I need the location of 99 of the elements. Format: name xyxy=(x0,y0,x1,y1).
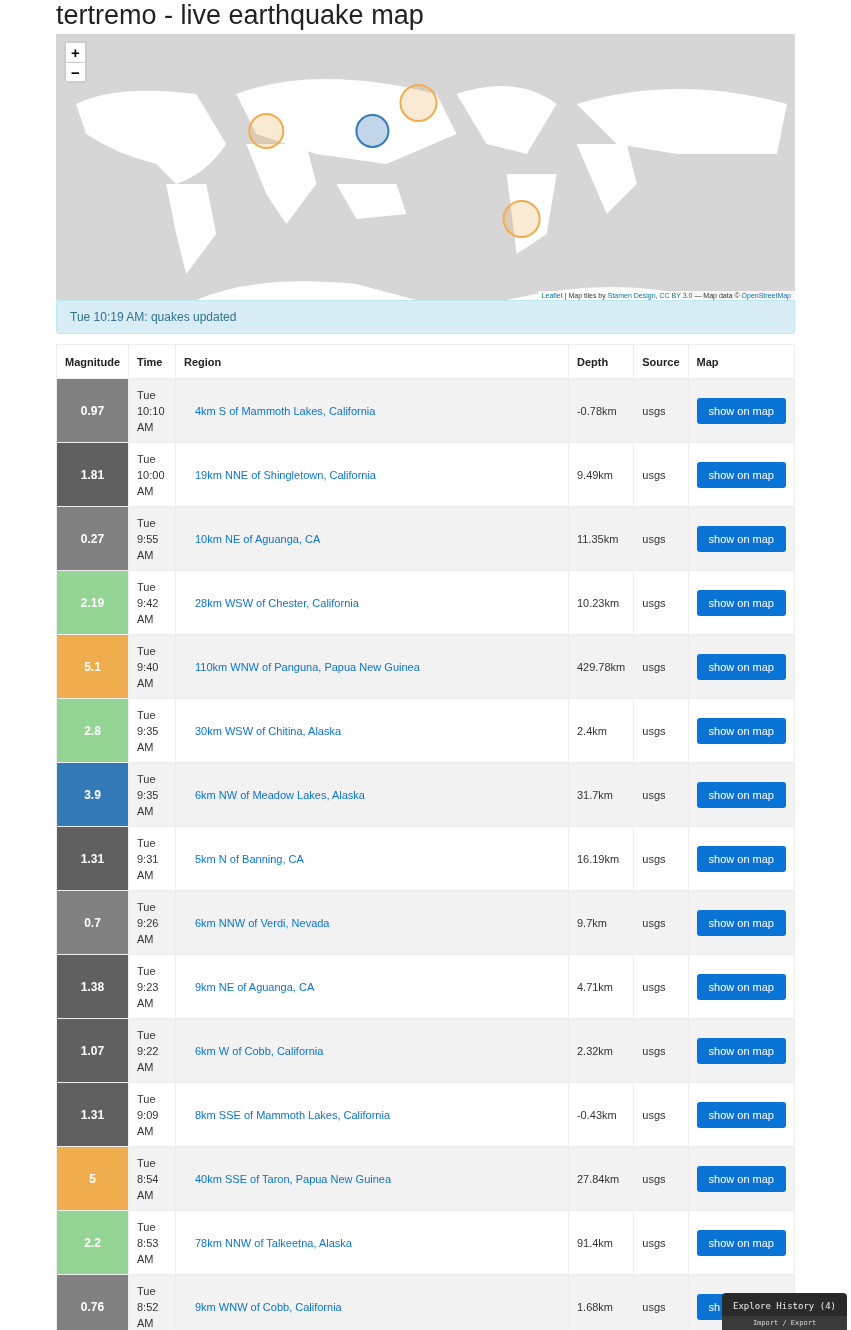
column-header: Magnitude xyxy=(56,344,129,379)
time-cell: Tue 9:35 AM xyxy=(128,698,176,763)
status-alert: Tue 10:19 AM: quakes updated xyxy=(56,300,795,334)
depth-cell: 4.71km xyxy=(568,954,634,1019)
depth-cell: 31.7km xyxy=(568,762,634,827)
column-header: Source xyxy=(633,344,689,379)
magnitude-cell: 0.76 xyxy=(56,1274,129,1330)
time-cell: Tue 8:53 AM xyxy=(128,1210,176,1275)
source-cell: usgs xyxy=(633,506,689,571)
source-cell: usgs xyxy=(633,570,689,635)
time-cell: Tue 8:52 AM xyxy=(128,1274,176,1330)
time-cell: Tue 9:22 AM xyxy=(128,1018,176,1083)
region-link[interactable]: 78km NNW of Talkeetna, Alaska xyxy=(195,1236,352,1249)
show-on-map-button[interactable]: show on map xyxy=(696,781,786,808)
depth-cell: 91.4km xyxy=(568,1210,634,1275)
time-cell: Tue 8:54 AM xyxy=(128,1146,176,1211)
column-header: Time xyxy=(128,344,176,379)
source-cell: usgs xyxy=(633,890,689,955)
source-cell: usgs xyxy=(633,1210,689,1275)
panel-title: Explore History (4) xyxy=(733,1301,836,1311)
magnitude-cell: 2.19 xyxy=(56,570,129,635)
magnitude-cell: 1.38 xyxy=(56,954,129,1019)
depth-cell: -0.43km xyxy=(568,1082,634,1147)
show-on-map-button[interactable]: show on map xyxy=(696,1037,786,1064)
region-link[interactable]: 10km NE of Aguanga, CA xyxy=(195,532,321,545)
magnitude-cell: 2.8 xyxy=(56,698,129,763)
show-on-map-button[interactable]: show on map xyxy=(696,909,786,936)
page-title: tertremo - live earthquake map xyxy=(56,0,425,32)
show-on-map-button[interactable]: show on map xyxy=(696,1229,786,1256)
depth-cell: -0.78km xyxy=(568,378,634,443)
magnitude-cell: 1.31 xyxy=(56,826,129,891)
depth-cell: 429.78km xyxy=(568,634,634,699)
show-on-map-button[interactable]: show on map xyxy=(696,653,786,680)
depth-cell: 11.35km xyxy=(568,506,634,571)
show-on-map-button[interactable]: show on map xyxy=(696,461,786,488)
magnitude-cell: 5.1 xyxy=(56,634,129,699)
source-cell: usgs xyxy=(633,378,689,443)
source-cell: usgs xyxy=(633,698,689,763)
depth-cell: 9.49km xyxy=(568,442,634,507)
depth-cell: 9.7km xyxy=(568,890,634,955)
source-cell: usgs xyxy=(633,634,689,699)
region-link[interactable]: 8km SSE of Mammoth Lakes, California xyxy=(195,1108,391,1121)
region-link[interactable]: 6km W of Cobb, California xyxy=(195,1044,324,1057)
time-cell: Tue 9:09 AM xyxy=(128,1082,176,1147)
time-cell: Tue 9:26 AM xyxy=(128,890,176,955)
magnitude-cell: 5 xyxy=(56,1146,129,1211)
show-on-map-button[interactable]: show on map xyxy=(696,1165,786,1192)
time-cell: Tue 9:35 AM xyxy=(128,762,176,827)
show-on-map-button[interactable]: show on map xyxy=(696,973,786,1000)
time-cell: Tue 9:42 AM xyxy=(128,570,176,635)
time-cell: Tue 9:55 AM xyxy=(128,506,176,571)
show-on-map-button[interactable]: show on map xyxy=(696,845,786,872)
depth-cell: 27.84km xyxy=(568,1146,634,1211)
region-link[interactable]: 28km WSW of Chester, California xyxy=(195,596,359,609)
magnitude-cell: 3.9 xyxy=(56,762,129,827)
source-cell: usgs xyxy=(633,762,689,827)
time-cell: Tue 9:23 AM xyxy=(128,954,176,1019)
depth-cell: 16.19km xyxy=(568,826,634,891)
show-on-map-button[interactable]: show on map xyxy=(696,397,786,424)
column-header: Region xyxy=(175,344,569,379)
magnitude-cell: 0.7 xyxy=(56,890,129,955)
region-link[interactable]: 30km WSW of Chitina, Alaska xyxy=(195,724,342,737)
magnitude-cell: 0.27 xyxy=(56,506,129,571)
magnitude-cell: 1.81 xyxy=(56,442,129,507)
zoom-out-button[interactable]: − xyxy=(66,62,85,81)
show-on-map-button[interactable]: show on map xyxy=(696,589,786,616)
region-link[interactable]: 19km NNE of Shingletown, California xyxy=(195,468,376,481)
source-cell: usgs xyxy=(633,442,689,507)
source-cell: usgs xyxy=(633,954,689,1019)
source-cell: usgs xyxy=(633,1274,689,1330)
region-link[interactable]: 40km SSE of Taron, Papua New Guinea xyxy=(195,1172,392,1185)
show-on-map-button[interactable]: show on map xyxy=(696,525,786,552)
region-link[interactable]: 9km NE of Aguanga, CA xyxy=(195,980,315,993)
region-link[interactable]: 4km S of Mammoth Lakes, California xyxy=(195,404,376,417)
depth-cell: 2.4km xyxy=(568,698,634,763)
time-cell: Tue 9:40 AM xyxy=(128,634,176,699)
region-link[interactable]: 6km NNW of Verdi, Nevada xyxy=(195,916,330,929)
magnitude-cell: 0.97 xyxy=(56,378,129,443)
column-header: Map xyxy=(688,344,795,379)
depth-cell: 1.68km xyxy=(568,1274,634,1330)
region-link[interactable]: 5km N of Banning, CA xyxy=(195,852,304,865)
region-link[interactable]: 6km NW of Meadow Lakes, Alaska xyxy=(195,788,365,801)
column-header: Depth xyxy=(568,344,634,379)
source-cell: usgs xyxy=(633,1146,689,1211)
source-cell: usgs xyxy=(633,1018,689,1083)
source-cell: usgs xyxy=(633,826,689,891)
magnitude-cell: 2.2 xyxy=(56,1210,129,1275)
magnitude-cell: 1.31 xyxy=(56,1082,129,1147)
source-cell: usgs xyxy=(633,1082,689,1147)
depth-cell: 2.32km xyxy=(568,1018,634,1083)
time-cell: Tue 9:31 AM xyxy=(128,826,176,891)
magnitude-cell: 1.07 xyxy=(56,1018,129,1083)
show-on-map-button[interactable]: show on map xyxy=(696,1101,786,1128)
time-cell: Tue 10:10 AM xyxy=(128,378,176,443)
region-link[interactable]: 9km WNW of Cobb, California xyxy=(195,1300,342,1313)
show-on-map-button[interactable]: show on map xyxy=(696,717,786,744)
region-link[interactable]: 110km WNW of Panguna, Papua New Guinea xyxy=(195,660,420,673)
time-cell: Tue 10:00 AM xyxy=(128,442,176,507)
depth-cell: 10.23km xyxy=(568,570,634,635)
